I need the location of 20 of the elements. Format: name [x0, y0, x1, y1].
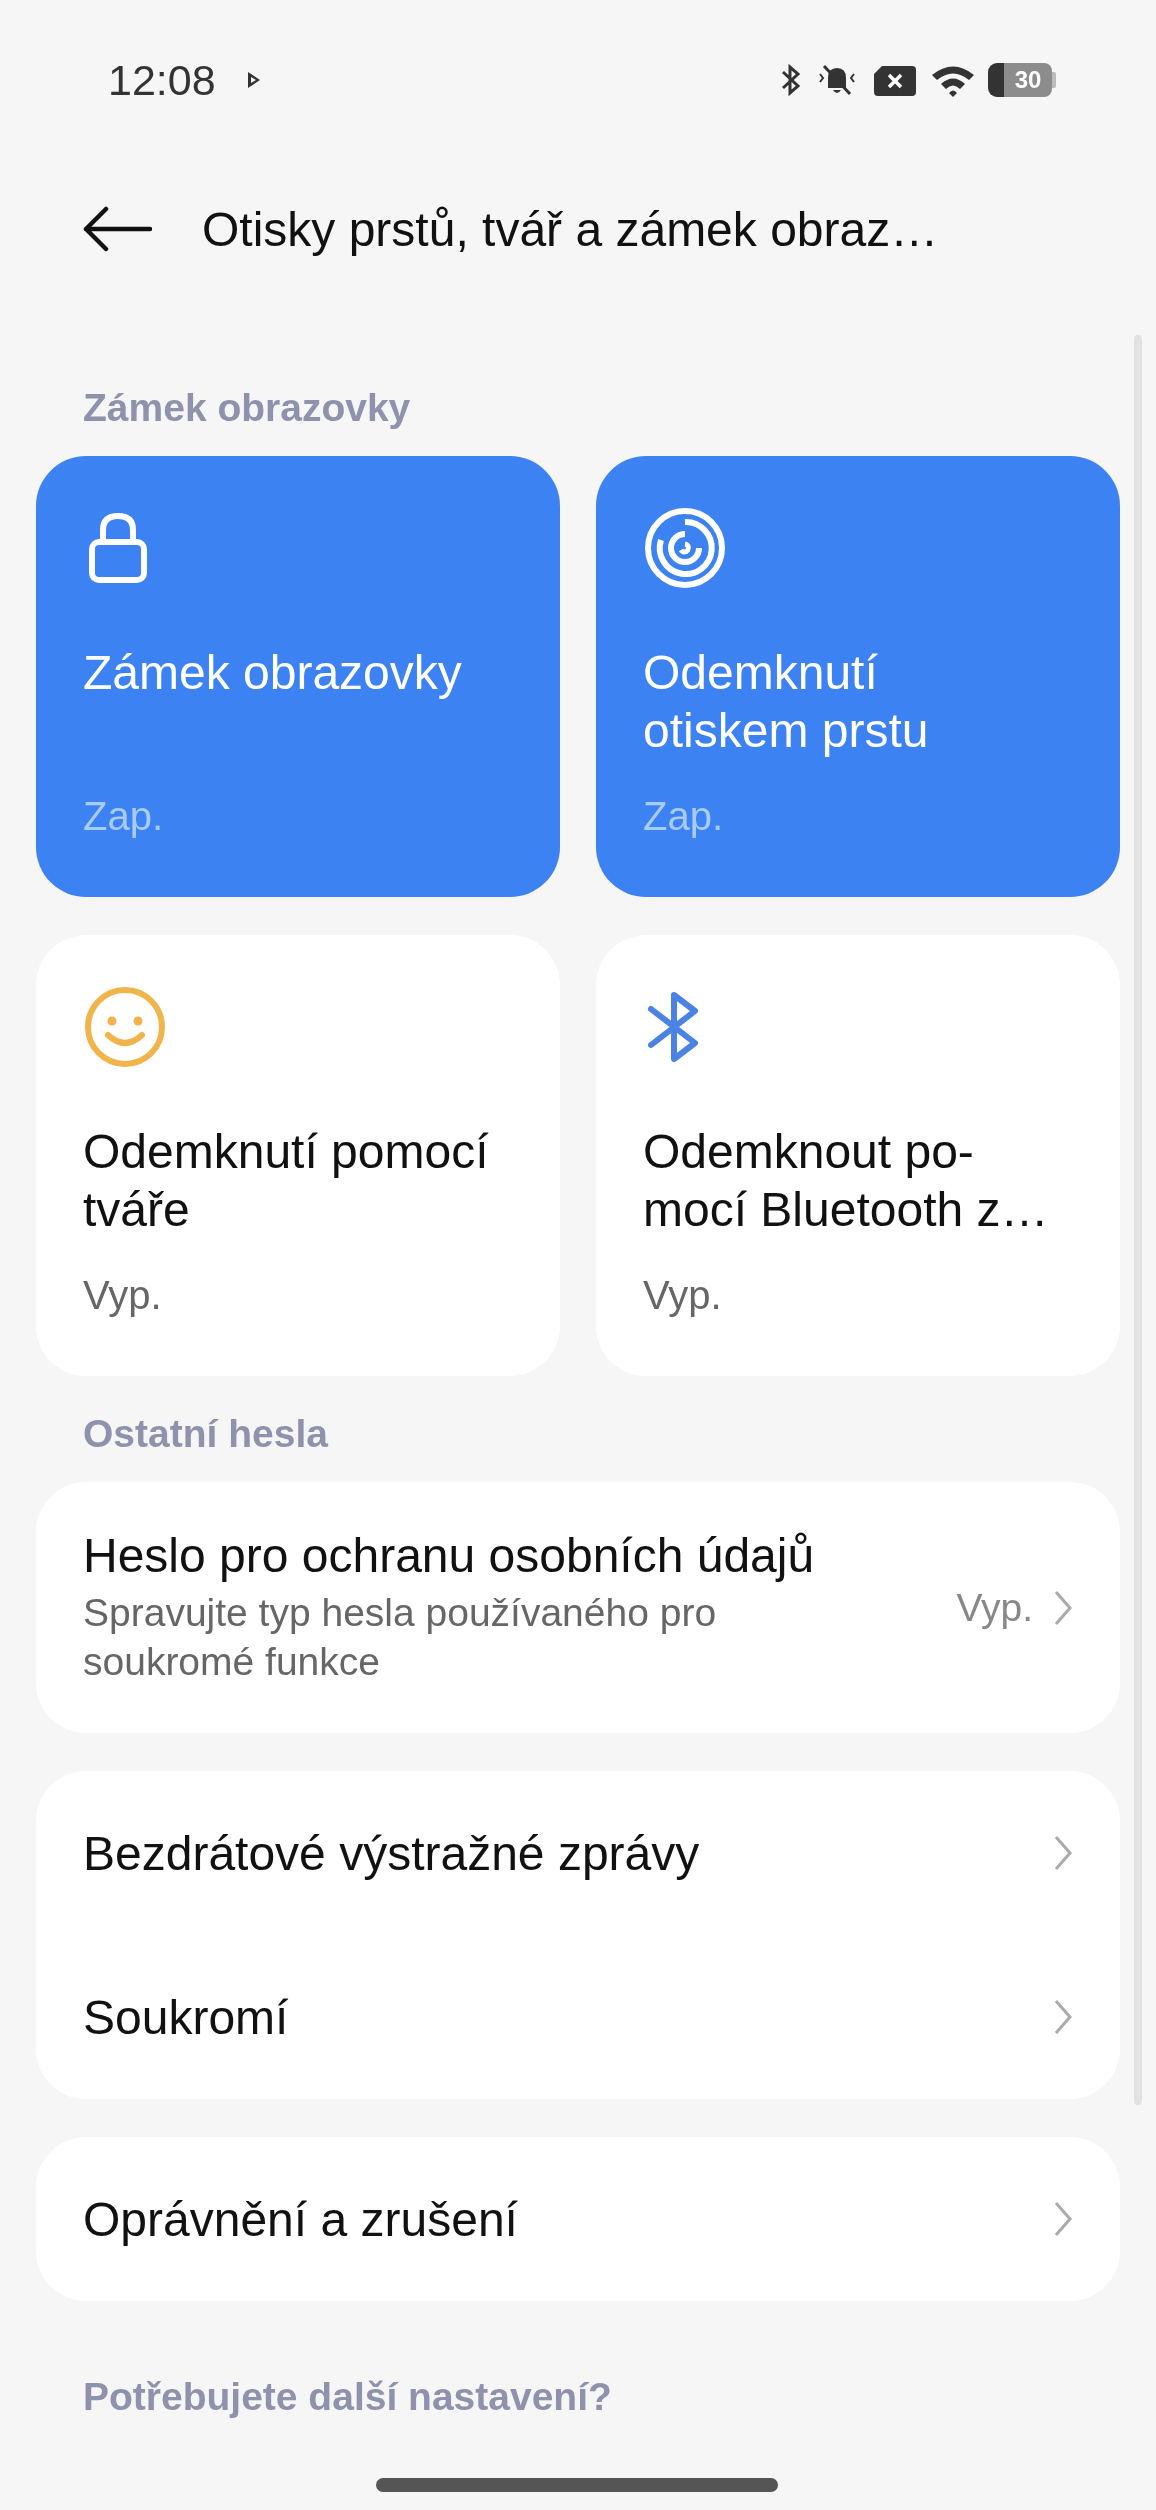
setting-tile[interactable]: Odemknout po-mocí Bluetooth z… Vyp. — [596, 935, 1120, 1376]
chevron-icon — [1053, 1998, 1073, 2036]
section-heading: Zámek obrazovky — [82, 386, 412, 431]
play-icon — [245, 70, 262, 90]
chevron-icon — [1053, 1588, 1073, 1627]
setting-tile[interactable]: Odemknutí otiskem prstu Zap. — [596, 456, 1120, 897]
setting-tile[interactable]: Odemknutí pomocí tváře Vyp. — [36, 935, 560, 1376]
smiley-icon — [83, 985, 167, 1069]
settings-row[interactable]: Soukromí — [36, 1935, 1120, 2099]
fingerprint-icon — [643, 506, 727, 590]
clock: 12:08 — [108, 55, 216, 105]
chevron-icon — [1053, 1834, 1073, 1872]
settings-row[interactable]: Bezdrátové výstražné zprávy — [36, 1771, 1120, 1935]
settings-row[interactable]: Oprávnění a zrušení — [36, 2137, 1120, 2301]
chevron-icon — [1053, 2200, 1073, 2238]
page-title: Otisky prstů, tvář a zámek obraz… — [202, 201, 939, 257]
setting-tile[interactable]: Zámek obrazovky Zap. — [36, 456, 560, 897]
settings-row[interactable]: Heslo pro ochranu osobních údajů Spravujte typ hesla používaného pro soukromé funkce Vyp. — [36, 1482, 1120, 1733]
section-heading: Potřebujete další nastavení? — [82, 2374, 613, 2420]
section-heading: Ostatní hesla — [82, 1411, 330, 1457]
